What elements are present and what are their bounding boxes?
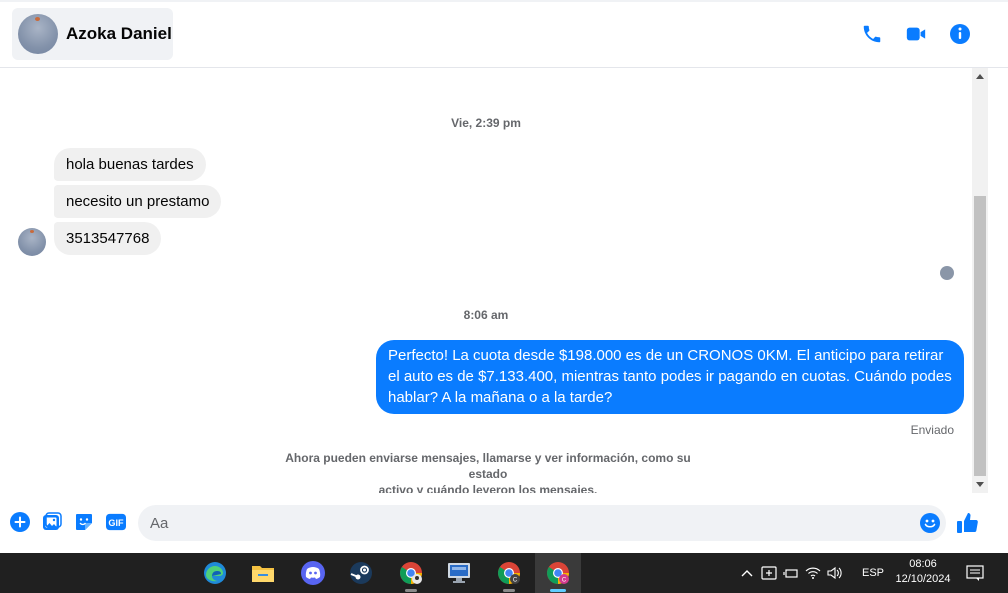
- volume-button[interactable]: [824, 553, 846, 593]
- monitor-icon: [448, 563, 470, 583]
- taskbar-chrome-profile-2-button[interactable]: C: [486, 553, 532, 593]
- notification-icon: [966, 565, 984, 581]
- taskbar-edge-button[interactable]: [192, 553, 238, 593]
- clock-time: 08:06: [909, 558, 937, 570]
- taskbar-steam-button[interactable]: [338, 553, 384, 593]
- video-camera-icon: [906, 27, 926, 41]
- edge-browser-icon: [204, 562, 226, 584]
- emoji-button[interactable]: [920, 513, 940, 533]
- timestamp-divider: 8:06 am: [463, 308, 509, 322]
- chrome-icon: [400, 562, 422, 584]
- sender-avatar: [18, 228, 46, 256]
- phone-icon: [863, 25, 881, 43]
- gif-button[interactable]: GIF: [106, 512, 126, 532]
- chevron-up-icon: [741, 570, 753, 577]
- battery-button[interactable]: [780, 553, 802, 593]
- steam-icon: [350, 562, 372, 584]
- taskbar-discord-button[interactable]: [290, 553, 336, 593]
- security-tray-icon: [761, 566, 777, 580]
- encryption-notice: Ahora pueden enviarse mensajes, llamarse…: [268, 450, 708, 498]
- taskbar-chrome-profile-1-button[interactable]: [388, 553, 434, 593]
- windows-taskbar: C C ESP 08:06 12/10/2024: [0, 553, 1008, 593]
- composer-tools: GIF: [10, 512, 126, 532]
- window-right-edge: [988, 68, 1008, 553]
- gif-icon: GIF: [106, 513, 126, 531]
- clock-date: 12/10/2024: [895, 573, 951, 585]
- sticker-icon: [76, 514, 92, 530]
- message-composer: GIF: [0, 493, 1008, 553]
- scroll-down-button[interactable]: [972, 477, 988, 493]
- wifi-icon: [805, 567, 821, 579]
- outgoing-message[interactable]: Perfecto! La cuota desde $198.000 es de …: [376, 340, 964, 414]
- scroll-up-button[interactable]: [972, 68, 988, 84]
- message-status: Enviado: [910, 423, 954, 437]
- discord-icon: [301, 561, 325, 585]
- battery-plug-icon: [783, 569, 798, 578]
- chrome-icon: C: [547, 562, 569, 584]
- svg-text:C: C: [513, 578, 518, 584]
- message-list: Vie, 2:39 pm hola buenas tardes necesito…: [0, 68, 972, 497]
- info-icon: [950, 24, 970, 44]
- tray-app-button[interactable]: [758, 553, 780, 593]
- message-input-wrapper: [138, 505, 946, 541]
- network-button[interactable]: [802, 553, 824, 593]
- sticker-button[interactable]: [74, 512, 94, 532]
- system-tray: [736, 553, 846, 593]
- header-top-border: [0, 0, 1008, 2]
- taskbar-chrome-profile-3-button[interactable]: C: [535, 553, 581, 593]
- chrome-icon: C: [498, 562, 520, 584]
- attach-media-button[interactable]: [42, 512, 62, 532]
- send-like-button[interactable]: [956, 511, 980, 535]
- chat-header: Azoka Daniel: [0, 0, 1008, 68]
- message-scrollbar[interactable]: [972, 68, 988, 493]
- taskbar-explorer-button[interactable]: [240, 553, 286, 593]
- video-call-button[interactable]: [904, 22, 928, 46]
- show-hidden-icons-button[interactable]: [736, 553, 758, 593]
- voice-call-button[interactable]: [860, 22, 884, 46]
- photo-icon: [43, 512, 62, 530]
- folder-icon: [252, 566, 274, 582]
- incoming-message[interactable]: hola buenas tardes: [54, 148, 206, 181]
- message-input[interactable]: [138, 505, 918, 541]
- conversation-info-button[interactable]: [948, 22, 972, 46]
- contact-avatar: [18, 14, 58, 54]
- input-language-indicator[interactable]: ESP: [862, 553, 884, 593]
- arrow-down-icon: [976, 482, 984, 487]
- contact-name: Azoka Daniel: [66, 24, 172, 43]
- seen-avatar-receipt: [940, 266, 954, 280]
- incoming-message[interactable]: 3513547768: [54, 222, 162, 255]
- notification-center-button[interactable]: [964, 562, 986, 584]
- plus-circle-icon: [10, 512, 30, 532]
- speaker-icon: [827, 566, 842, 580]
- taskbar-clock[interactable]: 08:06 12/10/2024: [890, 557, 956, 587]
- more-actions-button[interactable]: [10, 512, 30, 532]
- svg-text:C: C: [562, 578, 567, 584]
- header-actions: [860, 22, 972, 46]
- thumbs-up-icon: [957, 513, 978, 533]
- contact-profile-button[interactable]: Azoka Daniel: [12, 8, 173, 60]
- timestamp-divider: Vie, 2:39 pm: [451, 116, 521, 130]
- system-note-line: Ahora pueden enviarse mensajes, llamarse…: [285, 451, 691, 481]
- scrollbar-thumb[interactable]: [974, 196, 986, 476]
- incoming-message[interactable]: necesito un prestamo: [54, 185, 222, 218]
- svg-text:GIF: GIF: [108, 518, 124, 528]
- smiley-icon: [920, 513, 940, 533]
- arrow-up-icon: [976, 74, 984, 79]
- taskbar-remote-desktop-button[interactable]: [436, 553, 482, 593]
